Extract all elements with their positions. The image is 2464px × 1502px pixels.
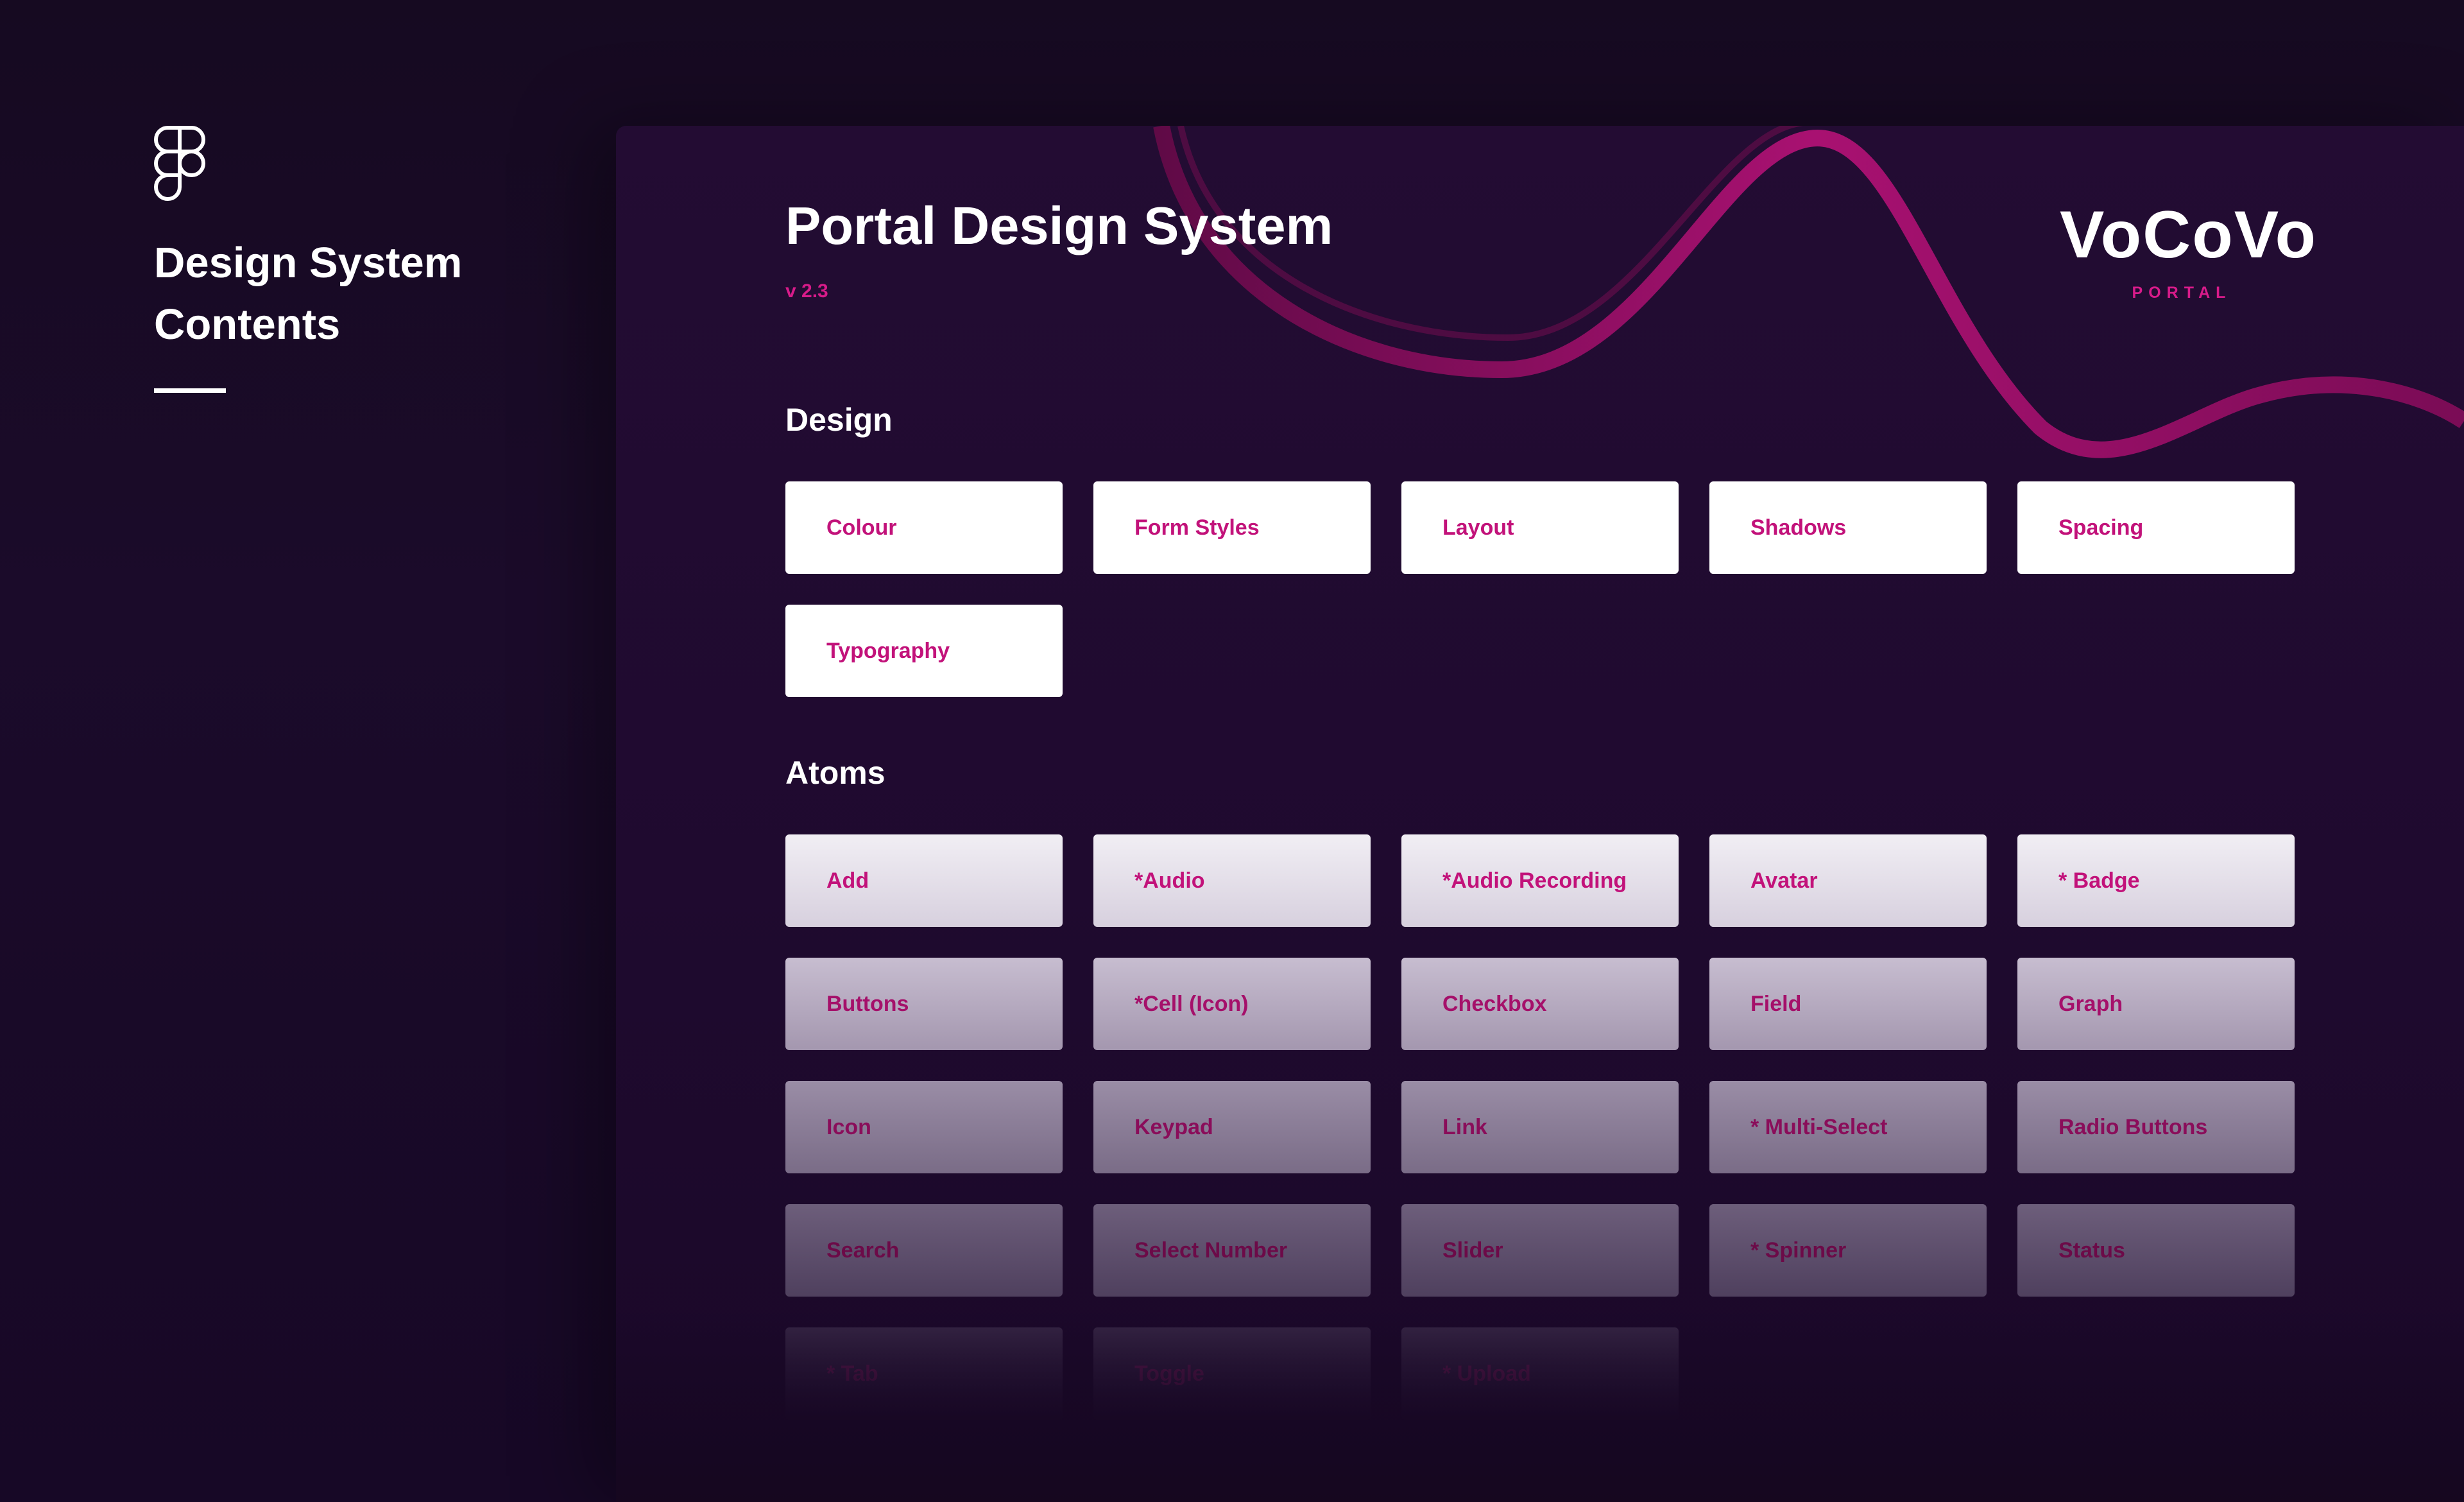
tile-label: Status	[2058, 1238, 2125, 1263]
tile-label: Buttons	[826, 991, 909, 1016]
atom-tile[interactable]: Checkbox	[1401, 958, 1679, 1050]
atom-tile[interactable]: Keypad	[1093, 1081, 1371, 1173]
tile-label: Link	[1442, 1114, 1487, 1139]
atom-tile[interactable]: * Tab	[785, 1327, 1063, 1420]
tile-label: Toggle	[1134, 1361, 1204, 1386]
brand-logo: VoCoVo PORTAL	[2060, 196, 2317, 325]
atom-tile[interactable]: *Audio	[1093, 834, 1371, 927]
atom-tile[interactable]: *Audio Recording	[1401, 834, 1679, 927]
atom-tile[interactable]: Radio Buttons	[2017, 1081, 2295, 1173]
brand-subtitle: PORTAL	[2132, 284, 2232, 302]
sidebar-title: Design System Contents	[154, 232, 539, 356]
tile-label: Typography	[826, 638, 950, 663]
tile-label: Spacing	[2058, 515, 2144, 540]
tile-label: Field	[1750, 991, 1802, 1016]
atom-tile[interactable]: Link	[1401, 1081, 1679, 1173]
atom-tile[interactable]: Search	[785, 1204, 1063, 1297]
atom-tile[interactable]: Add	[785, 834, 1063, 927]
design-tile[interactable]: Spacing	[2017, 481, 2295, 574]
tile-label: Colour	[826, 515, 897, 540]
design-tile[interactable]: Colour	[785, 481, 1063, 574]
tile-label: Avatar	[1750, 868, 1818, 893]
tile-label: Select Number	[1134, 1238, 1288, 1263]
atom-tile[interactable]: Field	[1709, 958, 1987, 1050]
sidebar: Design System Contents	[0, 0, 616, 1502]
section-heading-atoms: Atoms	[785, 755, 886, 791]
atom-tile[interactable]: Toggle	[1093, 1327, 1371, 1420]
atom-tile[interactable]: Slider	[1401, 1204, 1679, 1297]
tile-label: Layout	[1442, 515, 1514, 540]
tile-label: Icon	[826, 1114, 871, 1139]
design-tile[interactable]: Typography	[785, 605, 1063, 697]
atom-tile[interactable]: *Cell (Icon)	[1093, 958, 1371, 1050]
tile-label: Add	[826, 868, 869, 893]
tile-label: Search	[826, 1238, 900, 1263]
atom-tile[interactable]: * Multi-Select	[1709, 1081, 1987, 1173]
section-heading-design: Design	[785, 402, 893, 438]
brand-name: VoCoVo	[2060, 198, 2317, 272]
design-tile[interactable]: Layout	[1401, 481, 1679, 574]
design-tile[interactable]: Form Styles	[1093, 481, 1371, 574]
page-title: Portal Design System	[785, 196, 1333, 255]
atom-tile[interactable]: Select Number	[1093, 1204, 1371, 1297]
page: Design System Contents Portal Design Sys…	[0, 0, 2464, 1502]
tile-label: Form Styles	[1134, 515, 1260, 540]
tile-label: * Tab	[826, 1361, 878, 1386]
atom-tile[interactable]: Icon	[785, 1081, 1063, 1173]
tile-label: Keypad	[1134, 1114, 1213, 1139]
atom-tile[interactable]: * Upload	[1401, 1327, 1679, 1420]
figma-icon	[154, 126, 205, 201]
tile-label: * Badge	[2058, 868, 2140, 893]
atom-tile[interactable]: Buttons	[785, 958, 1063, 1050]
tile-label: Radio Buttons	[2058, 1114, 2208, 1139]
atom-tile[interactable]: Avatar	[1709, 834, 1987, 927]
atom-tile[interactable]: * Spinner	[1709, 1204, 1987, 1297]
atom-tile[interactable]: * Badge	[2017, 834, 2295, 927]
atom-tile[interactable]: Graph	[2017, 958, 2295, 1050]
tile-label: *Cell (Icon)	[1134, 991, 1249, 1016]
tile-label: Checkbox	[1442, 991, 1547, 1016]
sidebar-title-line2: Contents	[154, 300, 341, 349]
tile-label: *Audio	[1134, 868, 1205, 893]
tile-label: * Upload	[1442, 1361, 1531, 1386]
tile-label: * Spinner	[1750, 1238, 1847, 1263]
design-canvas: Portal Design System v 2.3 VoCoVo PORTAL…	[616, 126, 2464, 1502]
design-tile[interactable]: Shadows	[1709, 481, 1987, 574]
tile-label: Shadows	[1750, 515, 1847, 540]
sidebar-divider	[154, 388, 226, 393]
tile-label: *Audio Recording	[1442, 868, 1627, 893]
tile-label: * Multi-Select	[1750, 1114, 1888, 1139]
version-label: v 2.3	[785, 281, 828, 302]
tile-label: Graph	[2058, 991, 2123, 1016]
atom-tile[interactable]: Status	[2017, 1204, 2295, 1297]
sidebar-title-line1: Design System	[154, 239, 463, 287]
tile-label: Slider	[1442, 1238, 1503, 1263]
